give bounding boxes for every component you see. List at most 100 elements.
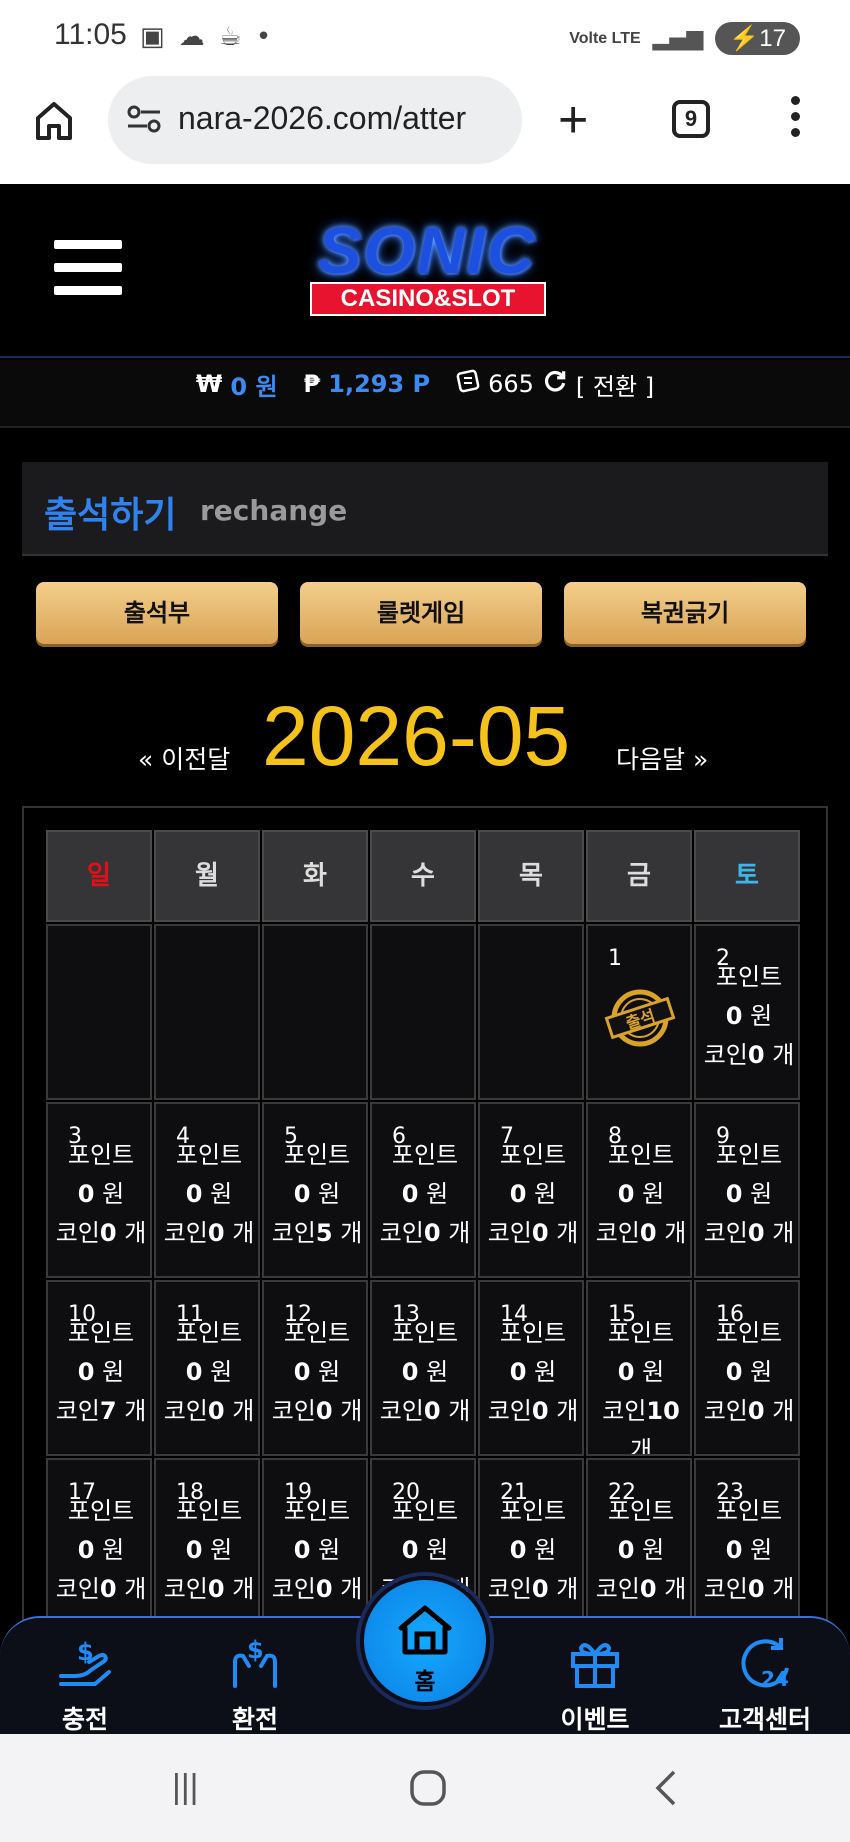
day-reward-info: 포인트0 원코인0 개 (372, 1314, 474, 1431)
won-unit: 원 (318, 1358, 341, 1386)
count-unit: 개 (629, 1436, 653, 1456)
nav-home-button[interactable]: 홈 (360, 1576, 490, 1706)
weekday-wed: 수 (370, 830, 476, 922)
won-unit: 원 (210, 1358, 233, 1386)
day-reward-info: 포인트0 원코인0 개 (372, 1136, 474, 1253)
coin-amount: 0 (747, 1219, 765, 1247)
count-unit: 개 (448, 1219, 471, 1247)
point-amount: 0 (725, 1536, 743, 1564)
coin-label: 코인 (55, 1397, 100, 1425)
dot-icon: • (255, 22, 272, 52)
roulette-tab-button[interactable]: 룰렛게임 (300, 582, 542, 644)
calendar-grid: 일 월 화 수 목 금 토 1 출석 2 포인트 0 원 코인0 개 3 포인트 0 원 코인0 … (46, 830, 808, 1624)
new-tab-icon[interactable]: + (558, 94, 588, 146)
calendar-day-cell: 10 포인트 0 원 코인7 개 (46, 1280, 152, 1456)
home-icon[interactable] (32, 98, 76, 142)
coin-amount: 0 (747, 1397, 765, 1425)
coin-label: 코인 (487, 1575, 532, 1603)
count-unit: 개 (340, 1397, 363, 1425)
count-unit: 개 (556, 1219, 579, 1247)
home-circle-icon[interactable] (408, 1768, 448, 1817)
calendar-day-cell: 11 포인트 0 원 코인0 개 (154, 1280, 260, 1456)
count-unit: 개 (232, 1397, 255, 1425)
coin-label: 코인 (487, 1219, 532, 1247)
day-reward-info: 포인트0 원코인0 개 (264, 1492, 366, 1609)
site-settings-icon[interactable] (126, 104, 162, 134)
point-label: 포인트 (391, 1497, 459, 1525)
point-label: 포인트 (607, 1497, 675, 1525)
recent-apps-icon[interactable]: ||| (172, 1768, 199, 1807)
count-unit: 개 (232, 1575, 255, 1603)
calendar-day-cell: 15 포인트 0 원 코인10 개 (586, 1280, 692, 1456)
calendar-day-cell: 2 포인트 0 원 코인0 개 (694, 924, 800, 1100)
attendance-tab-button[interactable]: 출석부 (36, 582, 278, 644)
site-logo[interactable]: SONIC CASINO&SLOT (282, 212, 572, 322)
calendar-day-cell: 13 포인트 0 원 코인0 개 (370, 1280, 476, 1456)
won-unit: 원 (642, 1180, 665, 1208)
nav-event[interactable]: 이벤트 (530, 1632, 660, 1736)
point-icon: ₱ (303, 370, 321, 398)
address-bar[interactable]: nara-2026.com/atter (108, 76, 522, 164)
refresh-icon[interactable] (542, 368, 568, 400)
nav-exchange[interactable]: $ 환전 (190, 1632, 320, 1736)
point-label: 포인트 (175, 1497, 243, 1525)
coin-label: 코인 (703, 1041, 748, 1069)
coin-label: 코인 (55, 1219, 100, 1247)
coin-label: 코인 (487, 1397, 532, 1425)
point-amount: 0 (77, 1358, 95, 1386)
cloud-icon: ☁ (178, 22, 205, 52)
day-reward-info: 포인트0 원코인0 개 (480, 1136, 582, 1253)
coin-amount: 0 (639, 1575, 657, 1603)
won-unit: 원 (426, 1180, 449, 1208)
prev-month-link[interactable]: « 이전달 (138, 740, 230, 776)
home-icon (398, 1605, 452, 1655)
next-month-link[interactable]: 다음달 » (616, 740, 708, 776)
point-label: 포인트 (499, 1141, 567, 1169)
svg-text:$: $ (77, 1638, 94, 1666)
point-label: 포인트 (283, 1497, 351, 1525)
hamburger-menu-icon[interactable] (54, 240, 122, 298)
logo-main-text: SONIC (317, 213, 537, 287)
lottery-tab-button[interactable]: 복권긁기 (564, 582, 806, 644)
count-unit: 개 (340, 1219, 363, 1247)
point-label: 포인트 (715, 1141, 783, 1169)
calendar-day-cell: 3 포인트 0 원 코인0 개 (46, 1102, 152, 1278)
nav-support[interactable]: 24 고객센터 (700, 1632, 830, 1736)
screenshot-icon: ▣ (140, 22, 165, 52)
coin-label: 코인 (379, 1219, 424, 1247)
point-amount: 0 (617, 1180, 635, 1208)
site-header: SONIC CASINO&SLOT (0, 184, 850, 358)
tab-switcher-button[interactable]: 9 (672, 100, 710, 138)
gift-icon (571, 1643, 619, 1688)
day-reward-info: 포인트0 원코인0 개 (588, 1136, 690, 1253)
battery-level: 17 (759, 25, 786, 52)
coin-amount: 5 (315, 1219, 333, 1247)
coin-amount: 0 (207, 1219, 225, 1247)
day-reward-info: 포인트0 원코인0 개 (480, 1492, 582, 1609)
calendar-day-cell: 23 포인트 0 원 코인0 개 (694, 1458, 800, 1624)
nav-charge[interactable]: $ 충전 (20, 1632, 150, 1736)
won-unit: 원 (318, 1180, 341, 1208)
weekday-sun: 일 (46, 830, 152, 922)
coin-label: 코인 (703, 1219, 748, 1247)
won-unit: 원 (210, 1536, 233, 1564)
deposit-icon: $ (59, 1638, 111, 1686)
svg-text:$: $ (247, 1636, 264, 1664)
calendar-empty-cell (370, 924, 476, 1100)
count-unit: 개 (124, 1219, 147, 1247)
exchange-link[interactable]: [ 전환 ] (576, 367, 654, 402)
point-amount: 0 (509, 1536, 527, 1564)
day-reward-info: 포인트0 원코인0 개 (696, 958, 798, 1075)
coin-amount: 0 (315, 1575, 333, 1603)
url-text[interactable]: nara-2026.com/atter (178, 100, 510, 137)
calendar-day-cell: 9 포인트 0 원 코인0 개 (694, 1102, 800, 1278)
coin-label: 코인 (703, 1575, 748, 1603)
weekday-header-row: 일 월 화 수 목 금 토 (46, 830, 808, 922)
more-menu-icon[interactable] (788, 96, 802, 144)
coin-label: 코인 (163, 1397, 208, 1425)
won-unit: 원 (102, 1536, 125, 1564)
month-navigation: « 이전달 2026-05 다음달 » (0, 688, 850, 788)
point-label: 포인트 (607, 1141, 675, 1169)
back-icon[interactable] (652, 1768, 682, 1817)
point-label: 포인트 (391, 1141, 459, 1169)
